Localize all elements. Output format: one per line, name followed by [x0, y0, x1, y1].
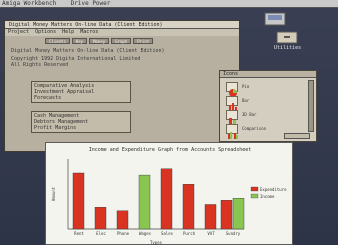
x-tick-label-elec: Elec	[96, 231, 106, 236]
legend-label-expenditure: Expenditure	[260, 187, 287, 192]
amiga-screen: Amiga Workbench Drive Power Utilities Di…	[0, 0, 338, 245]
app-menu-bar: Project Options Help Macros	[5, 29, 239, 36]
analysis-button-group: Comparative Analysis Investment Appraisa…	[31, 81, 131, 103]
app-tab-bar: Clients Key Money Graph Print	[45, 38, 154, 44]
chart-type-scrollbar[interactable]	[308, 80, 314, 132]
chart-type-window: Icons Pie Bar 3D Bar Comparison	[219, 70, 317, 142]
graph-window: Income and Expenditure Graph from Accoun…	[45, 142, 293, 245]
x-tick-label-vat: VAT	[207, 231, 215, 236]
x-tick-label-sundry: Sundry	[226, 231, 241, 236]
bar-chart-icon	[226, 95, 238, 111]
app-heading: Digital Money Matters On-line Data (Clie…	[11, 48, 165, 54]
tab-print[interactable]: Print	[133, 38, 154, 44]
profit-margins-button[interactable]: Profit Margins	[34, 125, 128, 131]
legend-swatch-expenditure	[250, 186, 259, 192]
workbench-title-left: Amiga Workbench	[2, 0, 57, 7]
x-tick-label-wages: Wages	[139, 231, 152, 236]
comparison-chart-icon	[226, 123, 238, 139]
chart-type-label-bar: Bar	[242, 98, 250, 103]
workbench-title-right: Drive Power	[70, 0, 111, 7]
pie-chart-icon	[226, 81, 238, 97]
chart-type-item-3d-bar[interactable]: 3D Bar	[226, 109, 257, 125]
tab-clients[interactable]: Clients	[45, 38, 70, 44]
chart-title: Income and Expenditure Graph from Accoun…	[88, 147, 252, 153]
menu-item-project[interactable]: Project	[8, 29, 29, 36]
drawer-icon-svg	[276, 31, 298, 44]
bar-purch-expenditure	[182, 184, 195, 230]
chart-type-label-3d-bar: 3D Bar	[242, 112, 257, 117]
y-axis-label: Amount	[51, 186, 56, 201]
chart-type-ok-button[interactable]	[284, 133, 310, 139]
drawer-icon-label: Utilities	[274, 45, 302, 51]
tab-key[interactable]: Key	[71, 38, 88, 44]
x-tick-label-rent: Rent	[74, 231, 84, 236]
menu-item-macros[interactable]: Macros	[80, 29, 98, 36]
chart-type-label-comparison: Comparison	[242, 126, 267, 131]
bar-wages-income	[138, 174, 151, 230]
tab-graph[interactable]: Graph	[111, 38, 132, 44]
workbench-title-bar: Amiga Workbench Drive Power	[0, 0, 338, 8]
bar-sundry-income	[232, 198, 245, 230]
ram-disk-icon[interactable]	[264, 10, 286, 28]
bar-vat-expenditure	[204, 204, 217, 230]
menu-item-help[interactable]: Help	[62, 29, 74, 36]
chart-type-item-pie[interactable]: Pie	[226, 81, 250, 97]
application-window: Digital Money Matters On-line Data (Clie…	[4, 20, 240, 152]
management-button-group: Cash Management Debtors Management Profi…	[31, 111, 131, 133]
chart-type-window-title[interactable]: Icons	[220, 71, 316, 78]
tab-money[interactable]: Money	[89, 38, 110, 44]
drawer-icon[interactable]	[276, 28, 298, 46]
legend-label-income: Income	[260, 194, 275, 199]
chart-type-item-comparison[interactable]: Comparison	[226, 123, 267, 139]
copyright-line-2: All Rights Reserved	[11, 62, 69, 68]
bar-sales-expenditure	[160, 168, 173, 230]
x-axis-label: Types	[150, 240, 163, 245]
chart-type-item-bar[interactable]: Bar	[226, 95, 250, 111]
bar-chart: Amount Types Rent Elec Phone Wages Sales Purch V…	[51, 159, 287, 245]
x-tick-label-sales: Sales	[161, 231, 174, 236]
app-title-bar[interactable]: Digital Money Matters On-line Data (Clie…	[5, 21, 239, 29]
bar-rent-expenditure	[72, 172, 85, 230]
menu-item-options[interactable]: Options	[35, 29, 56, 36]
3d-bar-chart-icon	[226, 109, 238, 125]
bar-sundry-expenditure	[220, 200, 233, 230]
forecasts-button[interactable]: Forecasts	[34, 95, 128, 101]
legend-swatch-income	[250, 193, 259, 199]
ram-disk-icon-svg	[264, 12, 286, 26]
bar-phone-expenditure	[116, 210, 129, 230]
x-tick-label-phone: Phone	[117, 231, 130, 236]
bar-elec-expenditure	[94, 207, 107, 230]
x-tick-label-purch: Purch	[183, 231, 196, 236]
chart-type-label-pie: Pie	[242, 84, 250, 89]
